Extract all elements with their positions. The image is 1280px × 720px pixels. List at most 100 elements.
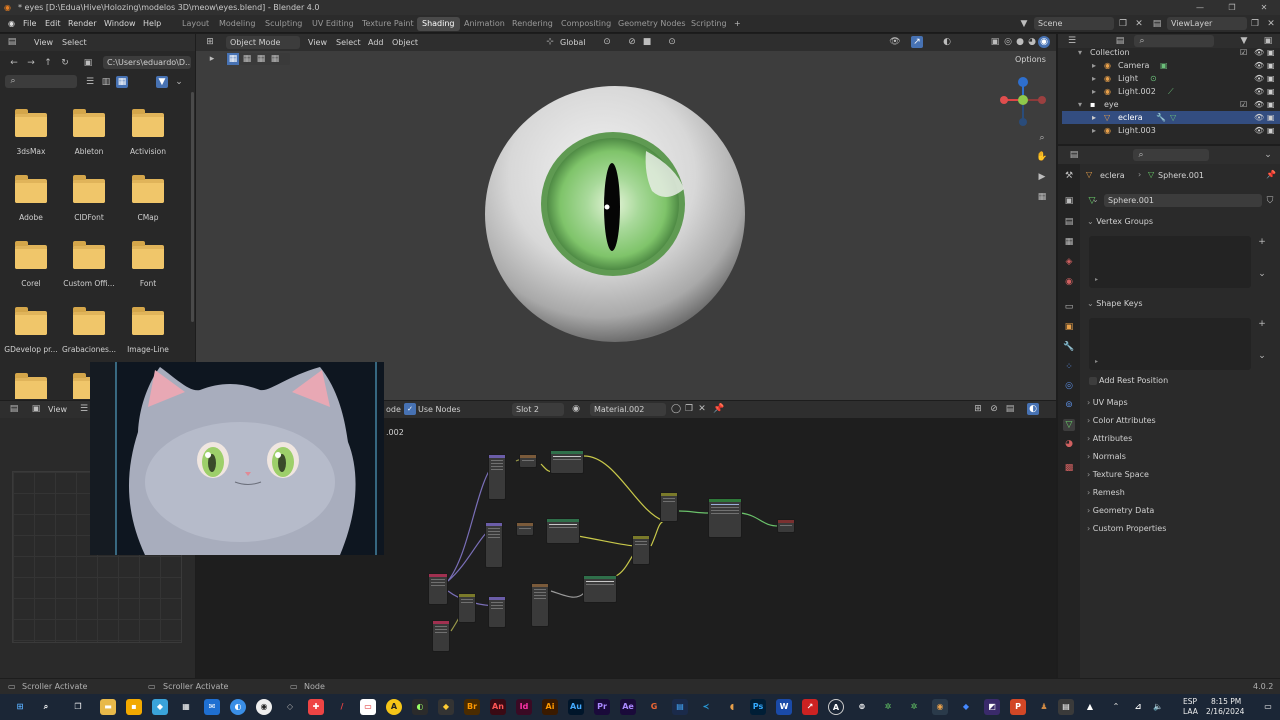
app-icon[interactable]: ◇	[282, 699, 298, 715]
pivot-icon[interactable]: ⊙	[601, 36, 613, 48]
eye-icon[interactable]: 👁	[1254, 46, 1264, 59]
output-tab-icon[interactable]: ▤	[1063, 216, 1075, 228]
shader-node[interactable]	[488, 454, 506, 500]
folder-item[interactable]: Adobe	[2, 173, 60, 233]
file-browser-scrollbar[interactable]	[191, 92, 194, 322]
light-data-icon[interactable]: ⊙	[1150, 72, 1157, 85]
volume-icon[interactable]: 🔈	[1150, 699, 1166, 715]
menu-window[interactable]: Window	[100, 17, 140, 31]
network-icon[interactable]: ⊿	[1130, 699, 1146, 715]
texture-coordinate-node[interactable]	[428, 573, 448, 605]
chevron-down-icon[interactable]: ⌄	[1092, 195, 1100, 204]
section-attributes[interactable]: › Attributes	[1087, 432, 1274, 446]
eye-icon[interactable]: 👁	[1254, 124, 1264, 137]
add-vertex-group-icon[interactable]: +	[1256, 236, 1268, 248]
viewport-view-menu[interactable]: View	[304, 36, 331, 49]
vertical-list-icon[interactable]: ☰	[84, 76, 96, 88]
shape-keys-list[interactable]: ▸	[1089, 318, 1251, 370]
add-workspace-icon[interactable]: +	[729, 17, 746, 31]
app-icon[interactable]: ⊚	[854, 699, 870, 715]
section-shape-keys[interactable]: ⌄ Shape Keys	[1087, 297, 1274, 311]
camera-icon[interactable]: ▣	[1267, 111, 1275, 124]
shader-node[interactable]	[516, 522, 534, 536]
tab-modeling[interactable]: Modeling	[214, 17, 260, 31]
folder-item[interactable]: Font	[119, 239, 177, 299]
section-remesh[interactable]: › Remesh	[1087, 486, 1274, 500]
tab-geometry-nodes[interactable]: Geometry Nodes	[613, 17, 690, 31]
folder-item[interactable]	[2, 371, 60, 399]
particles-tab-icon[interactable]: ⁘	[1063, 361, 1075, 373]
shader-node[interactable]	[660, 492, 678, 522]
light-data-icon[interactable]: ⟋	[1168, 85, 1174, 98]
word-icon[interactable]: W	[776, 699, 792, 715]
menu-help[interactable]: Help	[139, 17, 165, 31]
audition-icon[interactable]: Au	[568, 699, 584, 715]
refresh-icon[interactable]: ↻	[59, 57, 71, 69]
expand-icon[interactable]: ▸	[1092, 124, 1096, 137]
pin-icon[interactable]: 📌	[1266, 170, 1276, 179]
neg-z-axis-icon[interactable]	[1019, 118, 1027, 126]
chevron-down-icon[interactable]: ⌄	[1256, 350, 1268, 362]
editor-type-icon[interactable]: ▤	[1068, 149, 1080, 161]
viewport-select-menu[interactable]: Select	[332, 36, 365, 49]
app-icon[interactable]: ◖	[724, 699, 740, 715]
calculator-icon[interactable]: ▦	[178, 699, 194, 715]
editor-type-icon[interactable]: ⊞	[204, 36, 216, 48]
data-tab-icon[interactable]: ▽	[1063, 419, 1075, 431]
neg-x-axis-icon[interactable]	[1038, 96, 1046, 104]
menu-edit[interactable]: Edit	[41, 17, 65, 31]
chevron-down-icon[interactable]: ⌄	[1256, 268, 1268, 280]
app-icon[interactable]: ✲	[880, 699, 896, 715]
fb-view-menu[interactable]: View	[30, 36, 57, 49]
menu-file[interactable]: File	[19, 17, 40, 31]
chrome-icon[interactable]: ◉	[256, 699, 272, 715]
eye-icon[interactable]: 👁	[1254, 59, 1264, 72]
z-axis-icon[interactable]	[1018, 77, 1028, 87]
folder-item[interactable]: Ableton	[60, 107, 118, 167]
bridge-icon[interactable]: Br	[464, 699, 480, 715]
delete-scene-icon[interactable]: ✕	[1133, 18, 1145, 30]
shader-node[interactable]	[546, 518, 580, 544]
visibility-icon[interactable]: 👁	[889, 36, 901, 48]
shader-node[interactable]	[550, 450, 584, 474]
close-button[interactable]: ✕	[1249, 0, 1279, 15]
sticky-notes-icon[interactable]: ▪	[126, 699, 142, 715]
camera-icon[interactable]: ▣	[1267, 46, 1275, 59]
view-layer-selector[interactable]: ViewLayer	[1167, 17, 1247, 30]
app-icon[interactable]: ✲	[906, 699, 922, 715]
outliner-row[interactable]: ▸ ◉ Light.002 ⟋ 👁 ▣	[1062, 85, 1280, 98]
shield-icon[interactable]: ⛉	[1264, 195, 1276, 207]
camera-icon[interactable]: ▣	[1267, 85, 1275, 98]
tab-sculpting[interactable]: Sculpting	[260, 17, 307, 31]
editor-type-icon[interactable]: ▤	[6, 36, 18, 48]
app-icon[interactable]: ◆	[958, 699, 974, 715]
shader-node[interactable]	[485, 522, 503, 568]
section-color-attributes[interactable]: › Color Attributes	[1087, 414, 1274, 428]
illustrator-icon[interactable]: Ai	[542, 699, 558, 715]
expand-icon[interactable]: ▸	[1092, 85, 1096, 98]
camera-icon[interactable]: ▣	[1267, 72, 1275, 85]
shader-node[interactable]	[632, 535, 650, 565]
x-axis-icon[interactable]	[1000, 96, 1008, 104]
scene-tab-icon[interactable]: ◈	[1063, 256, 1075, 268]
tab-compositing[interactable]: Compositing	[556, 17, 616, 31]
viewport-object-menu[interactable]: Object	[388, 36, 422, 49]
section-geometry-data[interactable]: › Geometry Data	[1087, 504, 1274, 518]
tab-uv-editing[interactable]: UV Editing	[307, 17, 359, 31]
search-icon[interactable]: ⌕	[38, 699, 54, 715]
shader-node[interactable]	[458, 593, 476, 623]
principled-bsdf-node[interactable]	[708, 498, 742, 538]
physics-tab-icon[interactable]: ◎	[1063, 380, 1075, 392]
rendered-shading-icon[interactable]: ◉	[1038, 36, 1050, 48]
app-icon[interactable]: ◆	[152, 699, 168, 715]
y-axis-icon[interactable]	[1018, 95, 1028, 105]
section-custom-properties[interactable]: › Custom Properties	[1087, 522, 1274, 536]
menu-icon[interactable]: ☰	[78, 403, 90, 415]
section-vertex-groups[interactable]: ⌄ Vertex Groups	[1087, 215, 1274, 229]
horizontal-list-icon[interactable]: ▥	[100, 76, 112, 88]
collection-tab-icon[interactable]: ▭	[1063, 301, 1075, 313]
orientation-dropdown[interactable]: Global	[556, 36, 590, 49]
section-uv-maps[interactable]: › UV Maps	[1087, 396, 1274, 410]
select-new-icon[interactable]: ▦	[227, 53, 239, 65]
texture-tab-icon[interactable]: ▩	[1063, 462, 1075, 474]
